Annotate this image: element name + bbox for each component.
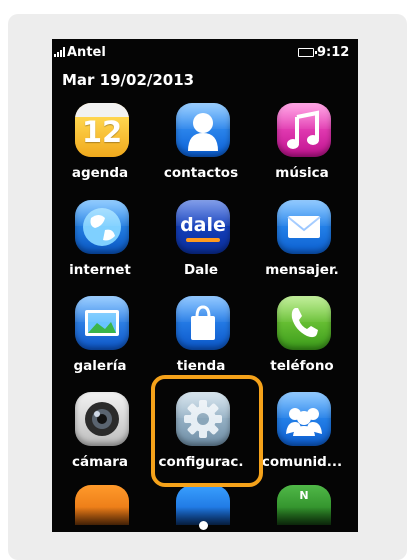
- signal-strength-icon: [54, 47, 66, 57]
- app-label: teléfono: [270, 358, 334, 374]
- contacts-icon: [176, 103, 230, 157]
- globe-icon: [75, 200, 129, 254]
- page-indicator-dot[interactable]: [199, 521, 208, 530]
- app-label: contactos: [163, 165, 239, 181]
- dale-icon: dale: [176, 200, 230, 254]
- community-people-icon: [277, 392, 331, 446]
- app-dale[interactable]: dale Dale: [153, 196, 249, 292]
- app-agenda[interactable]: 12 agenda: [52, 99, 148, 195]
- phone-handset-icon: [277, 296, 331, 350]
- app-label: galería: [73, 358, 127, 374]
- envelope-icon: [277, 200, 331, 254]
- app-comunidades[interactable]: comunid...: [254, 388, 350, 484]
- app-label: Dale: [183, 262, 219, 278]
- app-mensajeria[interactable]: mensajer.: [254, 196, 350, 292]
- app-label: tienda: [176, 358, 226, 374]
- shopping-bag-icon: [176, 296, 230, 350]
- app-tienda[interactable]: tienda: [153, 292, 249, 388]
- app-label: cámara: [71, 454, 129, 470]
- app-label: internet: [69, 262, 131, 278]
- photo-gallery-icon: [75, 296, 129, 350]
- calendar-icon: 12: [75, 103, 129, 157]
- highlight-configurac: [151, 375, 263, 487]
- battery-icon: [298, 48, 317, 57]
- app-label: mensajer.: [265, 262, 339, 278]
- app-galeria[interactable]: galería: [52, 292, 148, 388]
- status-bar: Antel 9:12: [52, 45, 358, 63]
- app-contactos[interactable]: contactos: [153, 99, 249, 195]
- app-internet[interactable]: internet: [52, 196, 148, 292]
- camera-lens-icon: [75, 392, 129, 446]
- clock-time: 9:12: [317, 45, 350, 60]
- app-label: música: [275, 165, 329, 181]
- app-label: agenda: [71, 165, 129, 181]
- carrier-name: Antel: [67, 45, 106, 60]
- app-label: comunid...: [261, 454, 343, 470]
- app-camara[interactable]: cámara: [52, 388, 148, 484]
- music-note-icon: [277, 103, 331, 157]
- app-musica[interactable]: música: [254, 99, 350, 195]
- date-display: Mar 19/02/2013: [62, 71, 195, 89]
- app-telefono[interactable]: teléfono: [254, 292, 350, 388]
